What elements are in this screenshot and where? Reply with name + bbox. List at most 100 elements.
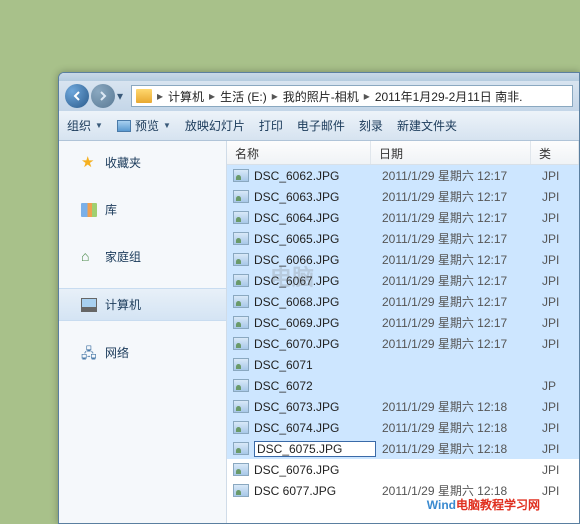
table-row[interactable]: DSC_6066.JPG2011/1/29 星期六 12:17JPI: [227, 249, 579, 270]
file-name: DSC_6066.JPG: [254, 253, 376, 267]
file-date: 2011/1/29 星期六 12:18: [376, 419, 536, 436]
network-icon: 🖧: [81, 346, 97, 360]
file-type: JPI: [536, 421, 559, 435]
table-row[interactable]: DSC_6071: [227, 354, 579, 375]
sidebar-item-network[interactable]: 🖧网络: [59, 337, 226, 368]
file-name: DSC_6067.JPG: [254, 274, 376, 288]
table-row[interactable]: DSC_6073.JPG2011/1/29 星期六 12:18JPI: [227, 396, 579, 417]
table-row[interactable]: DSC_6069.JPG2011/1/29 星期六 12:17JPI: [227, 312, 579, 333]
table-row[interactable]: DSC_6065.JPG2011/1/29 星期六 12:17JPI: [227, 228, 579, 249]
breadcrumb-segment[interactable]: 计算机: [168, 88, 204, 105]
file-type: JPI: [536, 400, 559, 414]
file-date: 2011/1/29 星期六 12:17: [376, 209, 536, 226]
image-file-icon: [233, 379, 249, 392]
file-date: 2011/1/29 星期六 12:17: [376, 188, 536, 205]
file-name: DSC_6069.JPG: [254, 316, 376, 330]
slideshow-button[interactable]: 放映幻灯片: [185, 117, 245, 134]
new-folder-button[interactable]: 新建文件夹: [397, 117, 457, 134]
table-row[interactable]: DSC_6067.JPG2011/1/29 星期六 12:17JPI: [227, 270, 579, 291]
window-frame: [59, 73, 579, 81]
column-header-name[interactable]: 名称: [227, 141, 371, 164]
sidebar-item-label: 收藏夹: [105, 154, 141, 171]
breadcrumb[interactable]: ▸ 计算机 ▸ 生活 (E:) ▸ 我的照片-相机 ▸ 2011年1月29-2月…: [131, 85, 573, 107]
preview-icon: [117, 120, 131, 132]
image-file-icon: [233, 295, 249, 308]
chevron-right-icon[interactable]: ▸: [269, 89, 281, 103]
image-file-icon: [233, 400, 249, 413]
email-button[interactable]: 电子邮件: [297, 117, 345, 134]
file-date: 2011/1/29 星期六 12:17: [376, 335, 536, 352]
file-date: 2011/1/29 星期六 12:18: [376, 440, 536, 457]
image-file-icon: [233, 463, 249, 476]
image-file-icon: [233, 442, 249, 455]
table-row[interactable]: DSC_6064.JPG2011/1/29 星期六 12:17JPI: [227, 207, 579, 228]
toolbar: 组织▼ 预览▼ 放映幻灯片 打印 电子邮件 刻录 新建文件夹: [59, 111, 579, 141]
image-file-icon: [233, 190, 249, 203]
library-icon: [81, 203, 97, 217]
file-date: 2011/1/29 星期六 12:18: [376, 398, 536, 415]
file-list-pane: 名称 日期 类 DSC_6062.JPG2011/1/29 星期六 12:17J…: [227, 141, 579, 523]
star-icon: ★: [81, 155, 97, 171]
file-date: 2011/1/29 星期六 12:18: [376, 482, 536, 499]
forward-button[interactable]: [91, 84, 115, 108]
file-name: DSC_6063.JPG: [254, 190, 376, 204]
breadcrumb-segment[interactable]: 生活 (E:): [220, 88, 267, 105]
table-row[interactable]: DSC_6063.JPG2011/1/29 星期六 12:17JPI: [227, 186, 579, 207]
organize-button[interactable]: 组织▼: [67, 117, 103, 134]
file-name: DSC_6071: [254, 358, 376, 372]
file-list[interactable]: DSC_6062.JPG2011/1/29 星期六 12:17JPIDSC_60…: [227, 165, 579, 501]
table-row[interactable]: DSC_6076.JPG JPI: [227, 459, 579, 480]
image-file-icon: [233, 337, 249, 350]
file-type: JPI: [536, 316, 559, 330]
table-row[interactable]: DSC_6075.JPG2011/1/29 星期六 12:18JPI: [227, 438, 579, 459]
file-type: JPI: [536, 337, 559, 351]
homegroup-icon: ⌂: [81, 249, 97, 265]
column-headers: 名称 日期 类: [227, 141, 579, 165]
table-row[interactable]: DSC_6068.JPG2011/1/29 星期六 12:17JPI: [227, 291, 579, 312]
table-row[interactable]: DSC 6077.JPG2011/1/29 星期六 12:18JPI: [227, 480, 579, 501]
sidebar-item-homegroup[interactable]: ⌂家庭组: [59, 241, 226, 272]
breadcrumb-segment[interactable]: 2011年1月29-2月11日 南非.: [375, 88, 523, 105]
file-date: 2011/1/29 星期六 12:17: [376, 167, 536, 184]
file-type: JPI: [536, 484, 559, 498]
file-type: JPI: [536, 169, 559, 183]
file-name: DSC_6074.JPG: [254, 421, 376, 435]
file-date: 2011/1/29 星期六 12:17: [376, 293, 536, 310]
column-header-type[interactable]: 类: [531, 141, 579, 164]
back-button[interactable]: [65, 84, 89, 108]
print-button[interactable]: 打印: [259, 117, 283, 134]
file-name: DSC_6062.JPG: [254, 169, 376, 183]
chevron-down-icon: ▼: [163, 121, 171, 130]
file-type: JPI: [536, 211, 559, 225]
image-file-icon: [233, 484, 249, 497]
history-dropdown-icon[interactable]: ▾: [117, 89, 129, 103]
sidebar-item-library[interactable]: 库: [59, 194, 226, 225]
burn-button[interactable]: 刻录: [359, 117, 383, 134]
column-header-date[interactable]: 日期: [371, 141, 531, 164]
image-file-icon: [233, 232, 249, 245]
image-file-icon: [233, 421, 249, 434]
file-date: 2011/1/29 星期六 12:17: [376, 230, 536, 247]
file-name: DSC_6076.JPG: [254, 463, 376, 477]
preview-button[interactable]: 预览▼: [117, 117, 171, 134]
chevron-right-icon[interactable]: ▸: [206, 89, 218, 103]
file-type: JPI: [536, 274, 559, 288]
image-file-icon: [233, 358, 249, 371]
file-type: JPI: [536, 232, 559, 246]
file-type: JPI: [536, 463, 559, 477]
table-row[interactable]: DSC_6072JP: [227, 375, 579, 396]
table-row[interactable]: DSC_6070.JPG2011/1/29 星期六 12:17JPI: [227, 333, 579, 354]
table-row[interactable]: DSC_6062.JPG2011/1/29 星期六 12:17JPI: [227, 165, 579, 186]
sidebar-item-favorites[interactable]: ★ 收藏夹: [59, 147, 226, 178]
file-name: DSC_6064.JPG: [254, 211, 376, 225]
sidebar-item-computer[interactable]: 计算机: [59, 288, 226, 321]
breadcrumb-segment[interactable]: 我的照片-相机: [283, 88, 359, 105]
file-type: JPI: [536, 295, 559, 309]
sidebar-item-label: 库: [105, 201, 117, 218]
chevron-right-icon[interactable]: ▸: [361, 89, 373, 103]
image-file-icon: [233, 253, 249, 266]
sidebar: ★ 收藏夹 库 ⌂家庭组 计算机 🖧网络: [59, 141, 227, 523]
chevron-right-icon[interactable]: ▸: [154, 89, 166, 103]
table-row[interactable]: DSC_6074.JPG2011/1/29 星期六 12:18JPI: [227, 417, 579, 438]
file-type: JP: [536, 379, 556, 393]
